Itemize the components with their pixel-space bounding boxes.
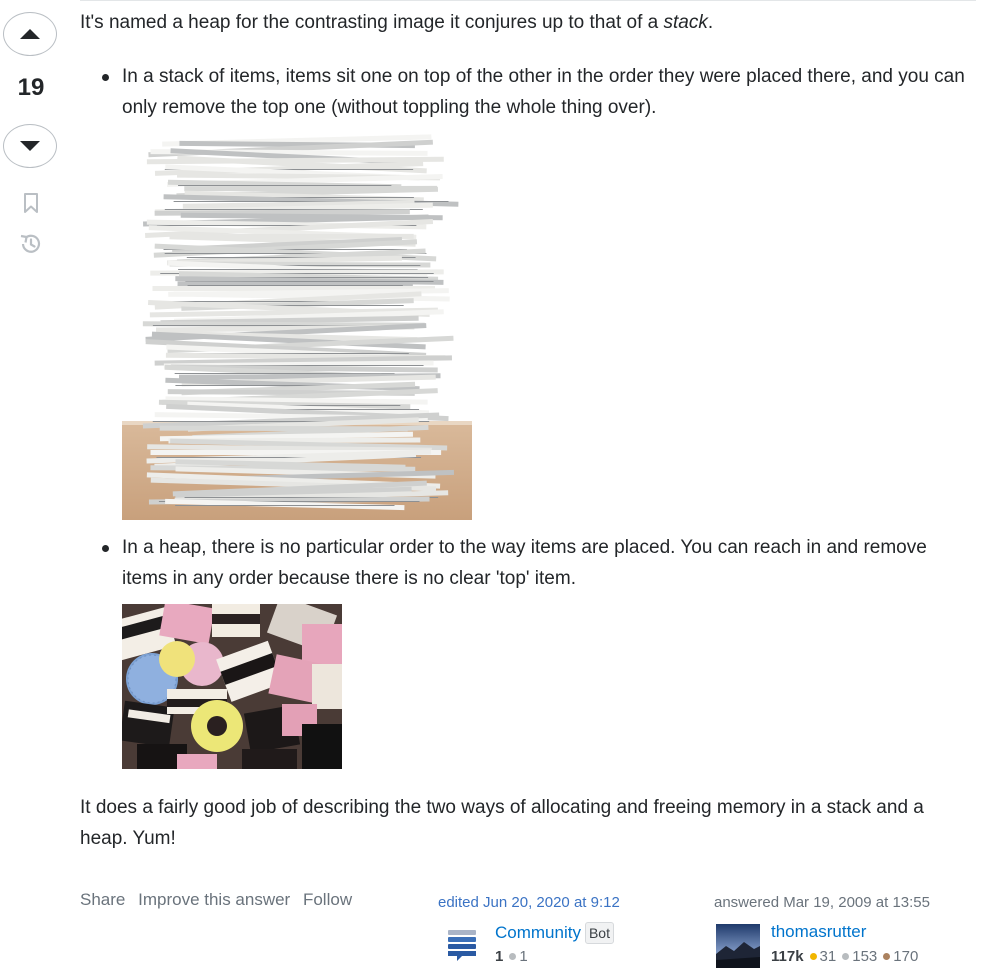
bullet-text: In a heap, there is no particular order … — [122, 537, 927, 589]
silver-badge-count: 1 — [519, 948, 528, 965]
arrow-down-icon — [20, 141, 40, 151]
bot-tag: Bot — [584, 922, 614, 944]
community-avatar[interactable] — [440, 924, 480, 964]
share-link[interactable]: Share — [80, 890, 125, 909]
downvote-button[interactable] — [3, 124, 57, 168]
edited-signature: edited Jun 20, 2020 at 9:12 Community Bot… — [438, 894, 688, 965]
paper-edge — [187, 285, 403, 286]
editor-reputation: 11 — [495, 948, 528, 965]
editor-name[interactable]: Community — [495, 923, 581, 942]
bronze-badge-icon — [883, 953, 891, 961]
bullet-dot — [102, 74, 109, 81]
silver-badge-icon — [842, 953, 850, 961]
silver-badge-icon — [509, 953, 517, 961]
post-menu: Share Improve this answer Follow — [80, 890, 360, 910]
intro-paragraph: It's named a heap for the contrasting im… — [80, 7, 713, 38]
paper-edge — [178, 185, 392, 186]
edited-timestamp-link[interactable]: edited Jun 20, 2020 at 9:12 — [438, 894, 688, 911]
vote-count: 19 — [17, 74, 45, 101]
answered-timestamp: answered Mar 19, 2009 at 13:55 — [714, 894, 930, 911]
upvote-button[interactable] — [3, 12, 57, 56]
intro-emphasis: stack — [663, 12, 708, 33]
intro-end: . — [707, 12, 714, 33]
reputation-score: 1 — [495, 948, 504, 965]
arrow-up-icon — [20, 29, 40, 39]
silver-badge-count: 153 — [852, 948, 878, 965]
answerer-reputation: 117k 31 153 170 — [771, 948, 918, 965]
gold-badge-count: 31 — [819, 948, 837, 965]
bullet-dot — [102, 545, 109, 552]
bullet-text: In a stack of items, items sit one on to… — [122, 66, 965, 118]
licorice-allsorts-image — [122, 604, 342, 769]
bookmark-icon[interactable] — [19, 191, 43, 215]
paper-stack-image — [122, 133, 472, 520]
paper-edge — [175, 505, 395, 506]
answered-signature: answered Mar 19, 2009 at 13:55 thomasrut… — [714, 894, 974, 968]
gold-badge-icon — [809, 953, 817, 961]
intro-text: It's named a heap for the contrasting im… — [80, 12, 664, 33]
answerer-username[interactable]: thomasrutter — [771, 922, 866, 942]
bronze-badge-count: 170 — [893, 948, 919, 965]
user-avatar[interactable] — [716, 924, 760, 968]
history-icon[interactable] — [18, 231, 44, 257]
improve-answer-link[interactable]: Improve this answer — [138, 890, 290, 909]
reputation-score: 117k — [771, 948, 804, 965]
editor-username[interactable]: Community Bot — [495, 922, 614, 944]
top-divider — [80, 0, 976, 1]
follow-link[interactable]: Follow — [303, 890, 352, 909]
closing-paragraph: It does a fairly good job of describing … — [80, 797, 924, 849]
